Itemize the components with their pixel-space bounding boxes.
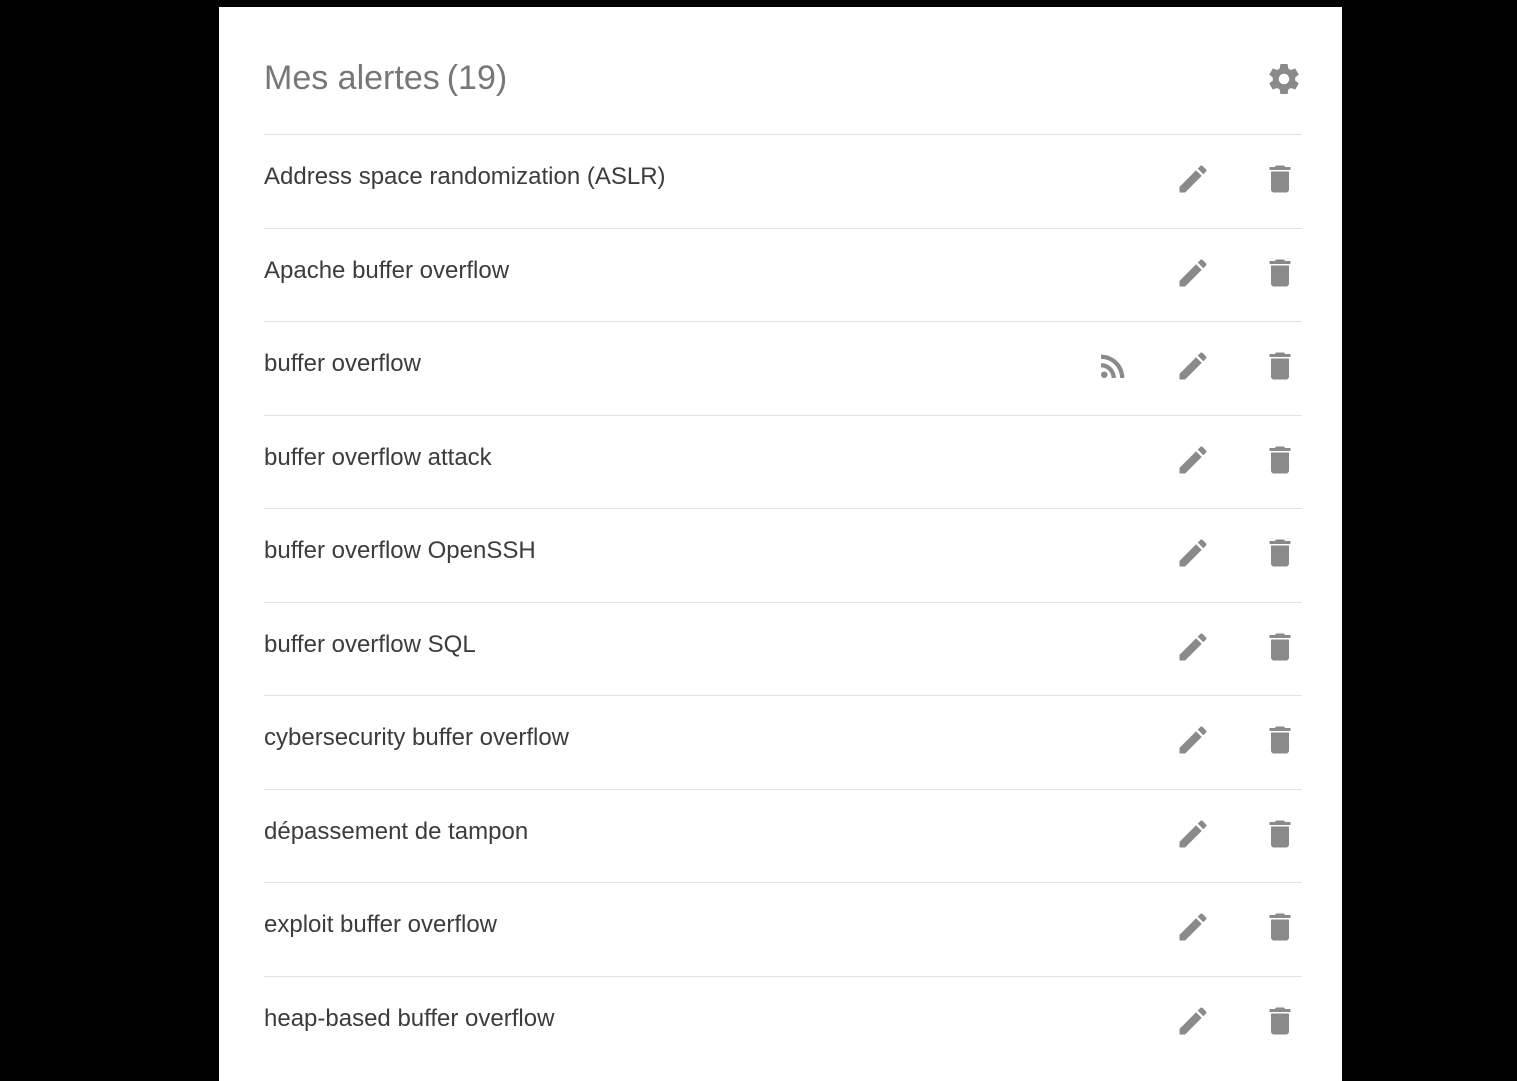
list-item: Address space randomization (ASLR) (264, 134, 1302, 228)
trash-icon[interactable] (1262, 816, 1298, 852)
list-item: buffer overflow OpenSSH (264, 508, 1302, 602)
pencil-icon[interactable] (1175, 816, 1211, 852)
alerts-panel: Mes alertes (19) Address space randomizat… (219, 7, 1342, 1081)
alert-label[interactable]: heap-based buffer overflow (264, 1003, 554, 1035)
alert-label[interactable]: buffer overflow SQL (264, 629, 476, 661)
pencil-icon[interactable] (1175, 629, 1211, 665)
list-item: exploit buffer overflow (264, 882, 1302, 976)
trash-icon[interactable] (1262, 629, 1298, 665)
trash-icon[interactable] (1262, 535, 1298, 571)
list-item: cybersecurity buffer overflow (264, 695, 1302, 789)
pencil-icon[interactable] (1175, 348, 1211, 384)
rss-feed-icon[interactable] (1095, 348, 1131, 384)
pencil-icon[interactable] (1175, 442, 1211, 478)
title-text: Mes alertes (264, 59, 440, 97)
alert-label[interactable]: cybersecurity buffer overflow (264, 722, 569, 754)
trash-icon[interactable] (1262, 442, 1298, 478)
alert-label[interactable]: buffer overflow attack (264, 442, 492, 474)
alert-label[interactable]: Apache buffer overflow (264, 255, 509, 287)
pencil-icon[interactable] (1175, 535, 1211, 571)
pencil-icon[interactable] (1175, 1003, 1211, 1039)
alert-count: (19) (446, 59, 508, 97)
page-title: Mes alertes (19) (264, 58, 507, 98)
trash-icon[interactable] (1262, 348, 1298, 384)
pencil-icon[interactable] (1175, 255, 1211, 291)
list-item: buffer overflow (264, 321, 1302, 415)
pencil-icon[interactable] (1175, 722, 1211, 758)
trash-icon[interactable] (1262, 255, 1298, 291)
pencil-icon[interactable] (1175, 161, 1211, 197)
pencil-icon[interactable] (1175, 909, 1211, 945)
trash-icon[interactable] (1262, 1003, 1298, 1039)
list-item: buffer overflow attack (264, 414, 1302, 509)
list-item: buffer overflow SQL (264, 601, 1302, 696)
trash-icon[interactable] (1262, 909, 1298, 945)
alert-label[interactable]: dépassement de tampon (264, 816, 528, 848)
alert-label[interactable]: buffer overflow OpenSSH (264, 535, 536, 567)
alert-label[interactable]: buffer overflow (264, 348, 421, 380)
list-item: dépassement de tampon (264, 788, 1302, 883)
trash-icon[interactable] (1262, 161, 1298, 197)
trash-icon[interactable] (1262, 722, 1298, 758)
alert-label[interactable]: exploit buffer overflow (264, 909, 497, 941)
panel-header: Mes alertes (19) (264, 7, 1302, 134)
alert-list: Address space randomization (ASLR) Apach… (264, 134, 1302, 1069)
list-item: heap-based buffer overflow (264, 975, 1302, 1070)
alert-label[interactable]: Address space randomization (ASLR) (264, 161, 666, 193)
list-item: Apache buffer overflow (264, 227, 1302, 322)
gear-icon[interactable] (1266, 61, 1302, 97)
